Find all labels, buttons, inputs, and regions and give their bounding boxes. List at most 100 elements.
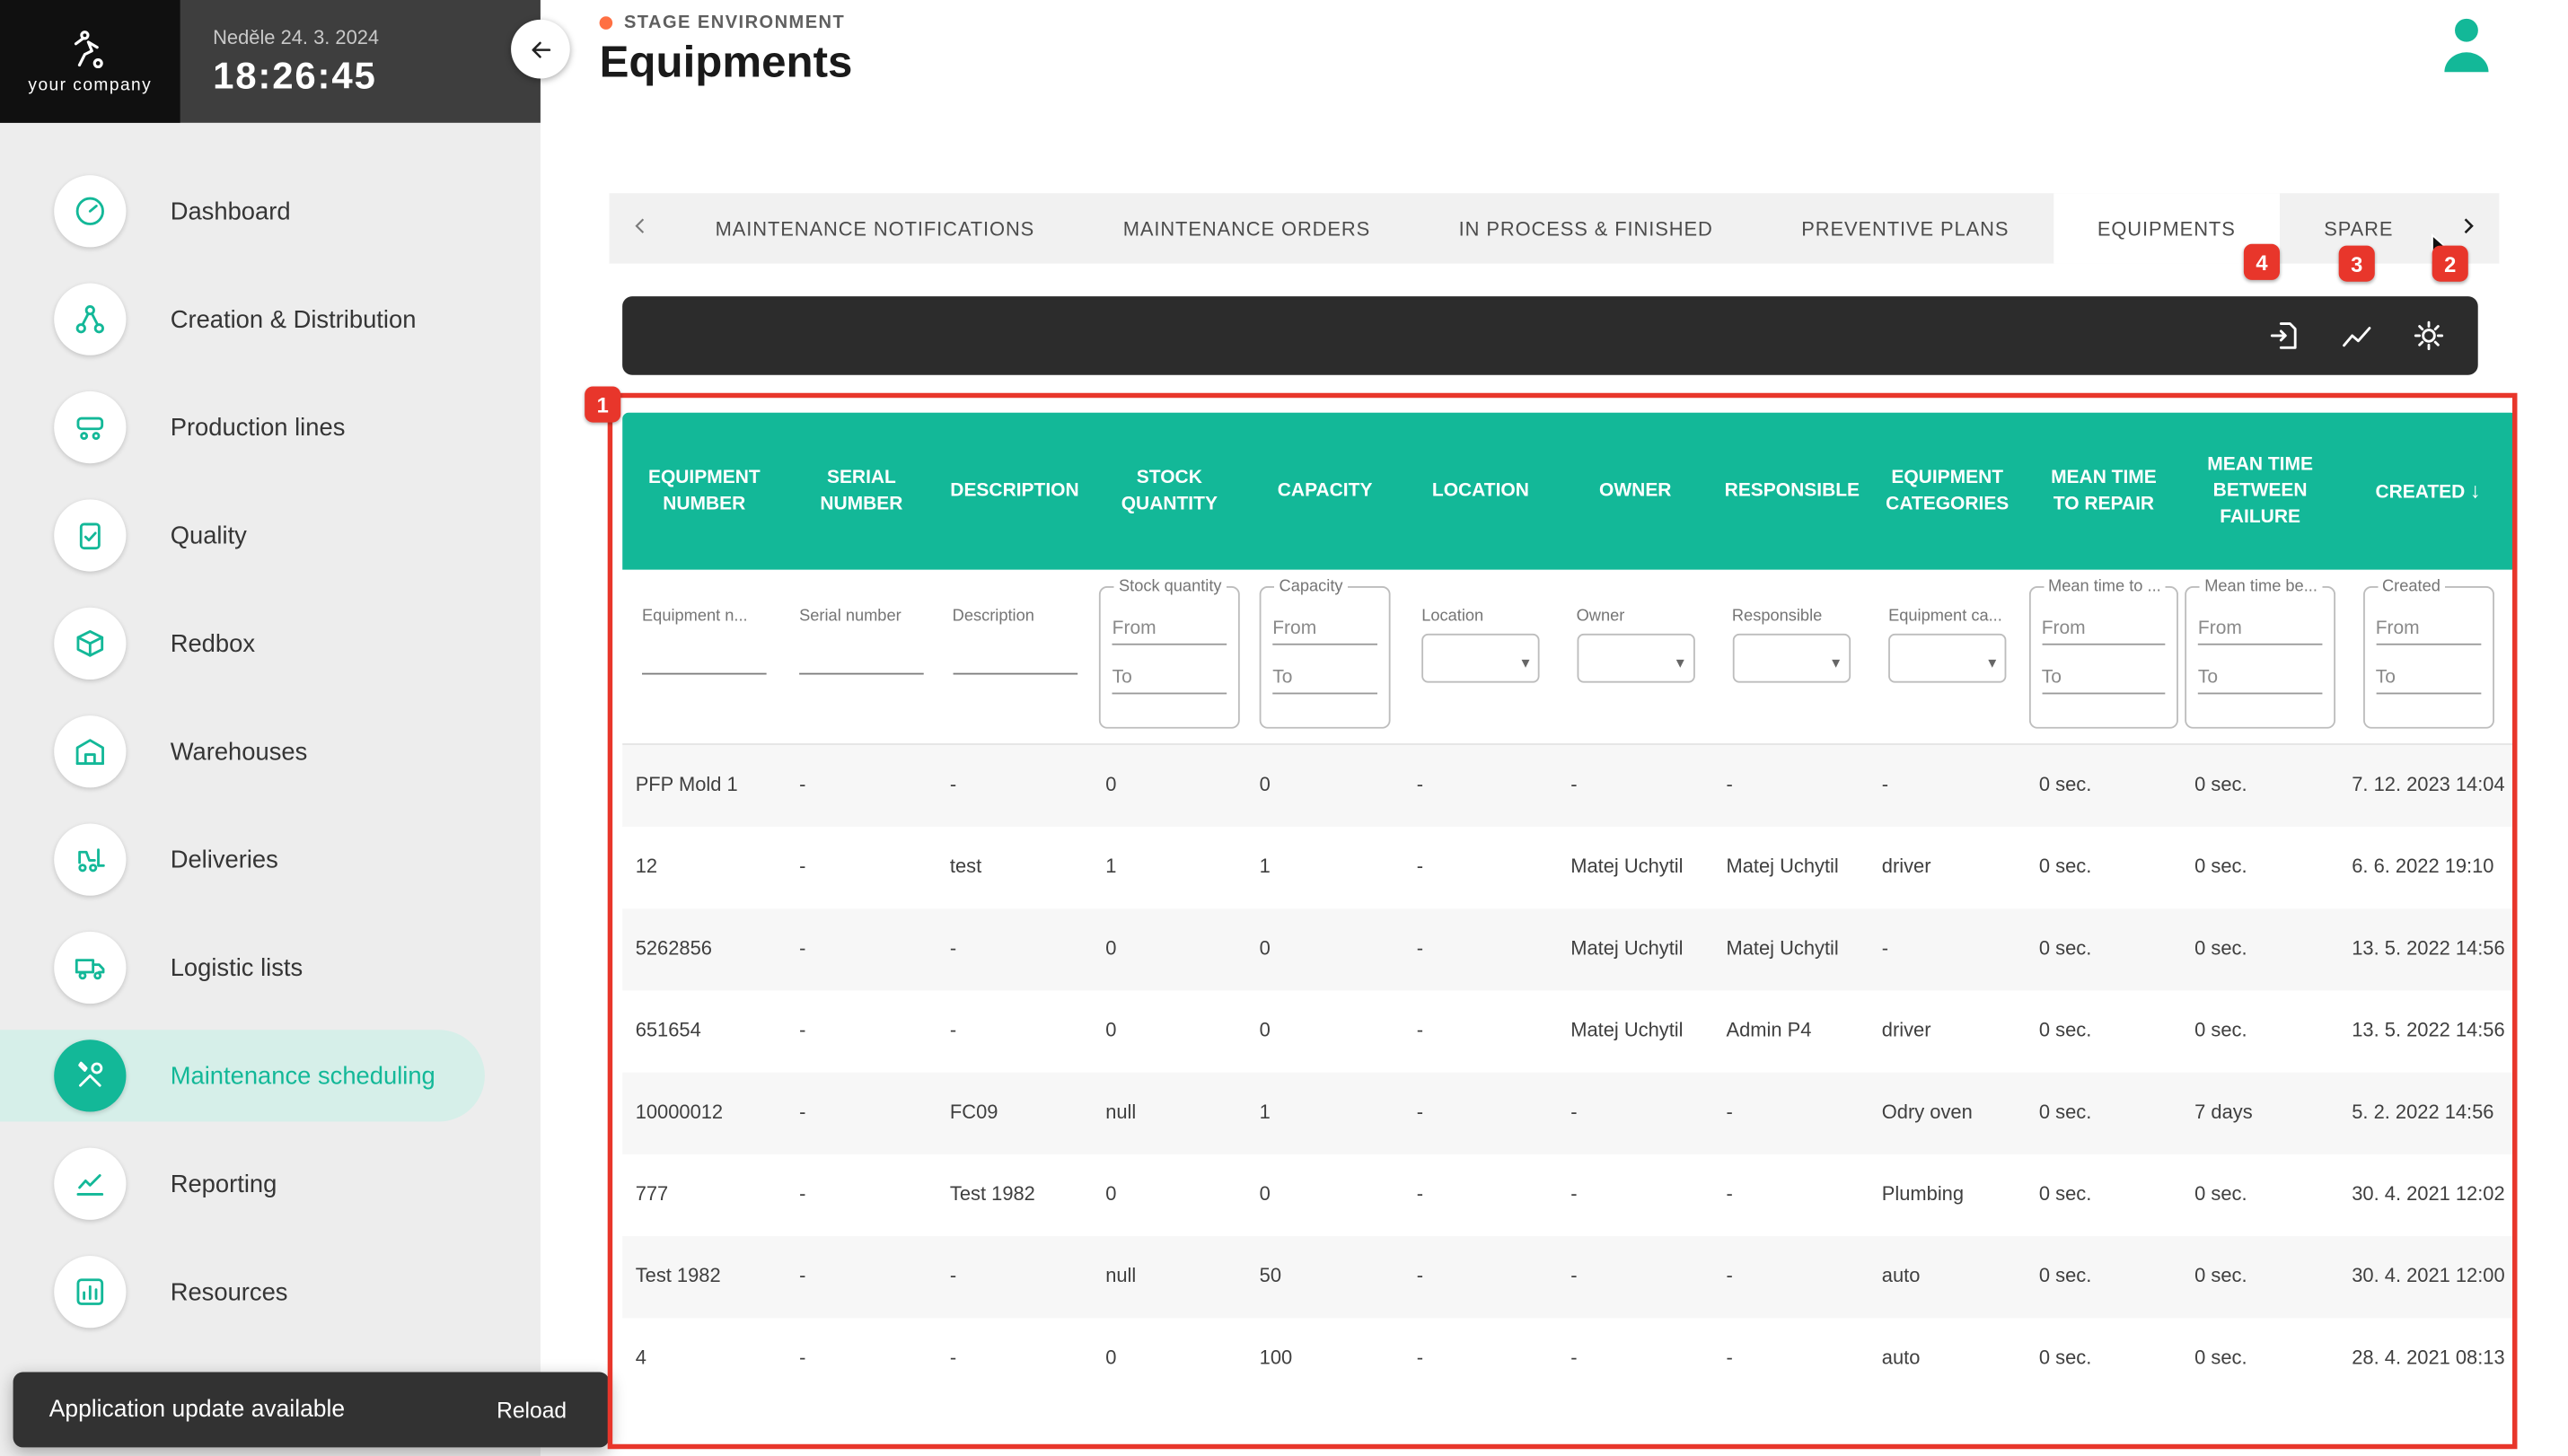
sidebar-item-warehouses[interactable]: Warehouses <box>0 706 485 797</box>
export-button[interactable] <box>2248 300 2320 372</box>
tab-in-process-finished[interactable]: IN PROCESS & FINISHED <box>1414 193 1757 263</box>
sidebar-item-label: Logistic lists <box>171 953 303 981</box>
tabs-scroll-left-button[interactable] <box>610 193 672 263</box>
table-row[interactable]: 651654--00-Matej UchytilAdmin P4driver0 … <box>622 991 2517 1073</box>
filter-input[interactable] <box>642 630 767 674</box>
sidebar-item-maintenance-scheduling[interactable]: Maintenance scheduling <box>0 1030 485 1121</box>
account-icon[interactable] <box>2437 13 2496 79</box>
table-cell: - <box>787 1329 937 1390</box>
column-header-label: MEAN TIME TO REPAIR <box>2051 468 2157 513</box>
table-cell: 651654 <box>622 1001 786 1062</box>
table-cell: - <box>937 1247 1092 1308</box>
table-cell: 7 days <box>2182 1083 2339 1144</box>
table-cell: 1 <box>1093 838 1246 899</box>
filter-to-input[interactable]: To <box>2198 653 2322 695</box>
tab-preventive-plans[interactable]: PREVENTIVE PLANS <box>1757 193 2054 263</box>
sidebar-item-creation-distribution[interactable]: Creation & Distribution <box>0 274 485 365</box>
table-cell: 0 sec. <box>2182 755 2339 816</box>
settings-gear-button[interactable] <box>2393 300 2465 372</box>
sidebar-item-resources[interactable]: Resources <box>0 1246 485 1338</box>
filter-from-input[interactable]: From <box>2376 604 2481 645</box>
tab-maintenance-orders[interactable]: MAINTENANCE ORDERS <box>1078 193 1414 263</box>
tab-equipments[interactable]: EQUIPMENTS <box>2054 193 2280 263</box>
filter-select[interactable]: ▾ <box>1732 634 1850 683</box>
filter-text-field[interactable]: Description <box>953 608 1077 675</box>
table-cell: null <box>1093 1247 1246 1308</box>
filter-to-input[interactable]: To <box>2042 653 2166 695</box>
filter-range-field: Mean time to ...FromTo <box>2028 578 2179 729</box>
column-header-mean-time-between-failure[interactable]: MEAN TIME BETWEEN FAILURE <box>2182 452 2339 531</box>
table-row[interactable]: 4--0100---auto0 sec.0 sec.28. 4. 2021 08… <box>622 1318 2517 1399</box>
filter-from-input[interactable]: From <box>2198 604 2322 645</box>
sidebar-item-reporting[interactable]: Reporting <box>0 1138 485 1230</box>
table-row[interactable]: Test 1982--null50---auto0 sec.0 sec.30. … <box>622 1236 2517 1318</box>
table-row[interactable]: 5262856--00-Matej UchytilMatej Uchytil-0… <box>622 908 2517 990</box>
sidebar-item-production-lines[interactable]: Production lines <box>0 382 485 473</box>
environment-label: STAGE ENVIRONMENT <box>624 13 845 33</box>
filter-text-field[interactable]: Equipment n... <box>642 608 767 675</box>
table-cell: 100 <box>1246 1329 1403 1390</box>
sidebar-item-dashboard[interactable]: Dashboard <box>0 165 485 257</box>
table-row[interactable]: 12-test11-Matej UchytilMatej Uchytildriv… <box>622 827 2517 908</box>
column-header-responsible[interactable]: RESPONSIBLE <box>1713 478 1869 504</box>
column-header-mean-time-to-repair[interactable]: MEAN TIME TO REPAIR <box>2026 465 2181 518</box>
tab-maintenance-notifications[interactable]: MAINTENANCE NOTIFICATIONS <box>671 193 1078 263</box>
sidebar-item-deliveries[interactable]: Deliveries <box>0 814 485 906</box>
sidebar-item-redbox[interactable]: Redbox <box>0 598 485 689</box>
table-row[interactable]: 777-Test 198200---Plumbing0 sec.0 sec.30… <box>622 1154 2517 1236</box>
column-header-serial-number[interactable]: SERIAL NUMBER <box>787 465 937 518</box>
table-cell: 777 <box>622 1164 786 1225</box>
filter-to-input[interactable]: To <box>1113 653 1227 695</box>
table-cell: 0 sec. <box>2026 755 2181 816</box>
chevron-down-icon: ▾ <box>1832 655 1840 673</box>
tab-spare[interactable]: SPARE <box>2280 193 2438 263</box>
column-header-label: DESCRIPTION <box>950 481 1078 501</box>
filter-to-input[interactable]: To <box>2376 653 2481 695</box>
column-header-stock-quantity[interactable]: STOCK QUANTITY <box>1093 465 1246 518</box>
analytics-button[interactable] <box>2321 300 2393 372</box>
back-button[interactable] <box>511 20 570 79</box>
table-cell: Test 1982 <box>622 1247 786 1308</box>
tabs-scroll-right-button[interactable] <box>2438 193 2500 263</box>
column-header-label: RESPONSIBLE <box>1725 481 1860 501</box>
table-cell: 0 <box>1093 755 1246 816</box>
table-cell: - <box>1558 1329 1713 1390</box>
filter-input[interactable] <box>953 630 1077 674</box>
column-header-capacity[interactable]: CAPACITY <box>1246 478 1403 504</box>
sidebar-item-logistic-lists[interactable]: Logistic lists <box>0 922 485 1013</box>
table-cell: 0 sec. <box>2182 1329 2339 1390</box>
table-cell: - <box>1558 1164 1713 1225</box>
table-row[interactable]: PFP Mold 1--00----0 sec.0 sec.7. 12. 202… <box>622 745 2517 827</box>
filter-select[interactable]: ▾ <box>1577 634 1694 683</box>
filter-mean-time-between-failure: Mean time be...FromTo <box>2182 570 2339 743</box>
column-header-equipment-number[interactable]: EQUIPMENT NUMBER <box>622 465 786 518</box>
table-cell: - <box>1713 1329 1869 1390</box>
analytics-icon <box>2339 318 2375 354</box>
column-header-equipment-categories[interactable]: EQUIPMENT CATEGORIES <box>1869 465 2026 518</box>
filter-from-input[interactable]: From <box>1272 604 1377 645</box>
filter-text-field[interactable]: Serial number <box>799 608 924 675</box>
filter-select-field: Location▾ <box>1421 608 1539 683</box>
filter-select[interactable]: ▾ <box>1421 634 1539 683</box>
column-header-location[interactable]: LOCATION <box>1403 478 1557 504</box>
sidebar-item-quality[interactable]: Quality <box>0 489 485 581</box>
column-header-created[interactable]: CREATED↓ <box>2339 477 2518 506</box>
reload-button[interactable]: Reload <box>490 1388 574 1432</box>
filter-select[interactable]: ▾ <box>1888 634 2006 683</box>
table-cell: 10000012 <box>622 1083 786 1144</box>
filter-to-input[interactable]: To <box>1272 653 1377 695</box>
table-cell: - <box>1558 1247 1713 1308</box>
table-row[interactable]: 10000012-FC09null1---Odry oven0 sec.7 da… <box>622 1073 2517 1154</box>
filter-from-input[interactable]: From <box>2042 604 2166 645</box>
filter-from-input[interactable]: From <box>1113 604 1227 645</box>
filter-input[interactable] <box>799 630 924 674</box>
table-cell: - <box>787 838 937 899</box>
table-toolbar-actions <box>2248 300 2465 372</box>
column-header-description[interactable]: DESCRIPTION <box>937 478 1092 504</box>
table-cell: auto <box>1869 1247 2026 1308</box>
resources-bars-icon <box>54 1256 126 1328</box>
column-header-owner[interactable]: OWNER <box>1558 478 1713 504</box>
table-cell: 0 sec. <box>2026 1247 2181 1308</box>
table-cell: 0 sec. <box>2182 919 2339 980</box>
table-cell: FC09 <box>937 1083 1092 1144</box>
